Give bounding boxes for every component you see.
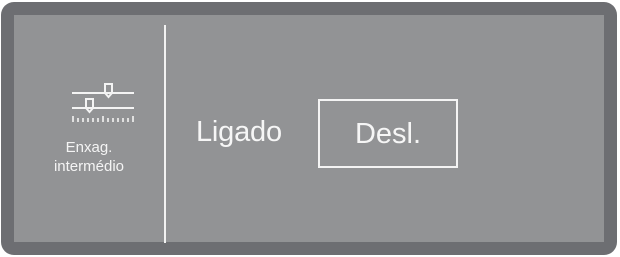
menu-item-label-line1: Enxag. — [65, 139, 113, 156]
option-desl-label: Desl. — [354, 118, 422, 150]
menu-item-intermediate-rinse[interactable]: Enxag. intermédio — [14, 15, 164, 242]
intermediate-rinse-slider-icon — [72, 83, 134, 122]
menu-item-label-line2: intermédio — [53, 158, 125, 175]
divider — [164, 25, 166, 243]
option-desl-button[interactable]: Desl. — [318, 99, 458, 168]
option-ligado[interactable]: Ligado — [196, 115, 282, 149]
display-frame: Enxag. intermédio Ligado Desl. — [1, 2, 617, 255]
display-screen: Enxag. intermédio Ligado Desl. — [14, 15, 604, 243]
